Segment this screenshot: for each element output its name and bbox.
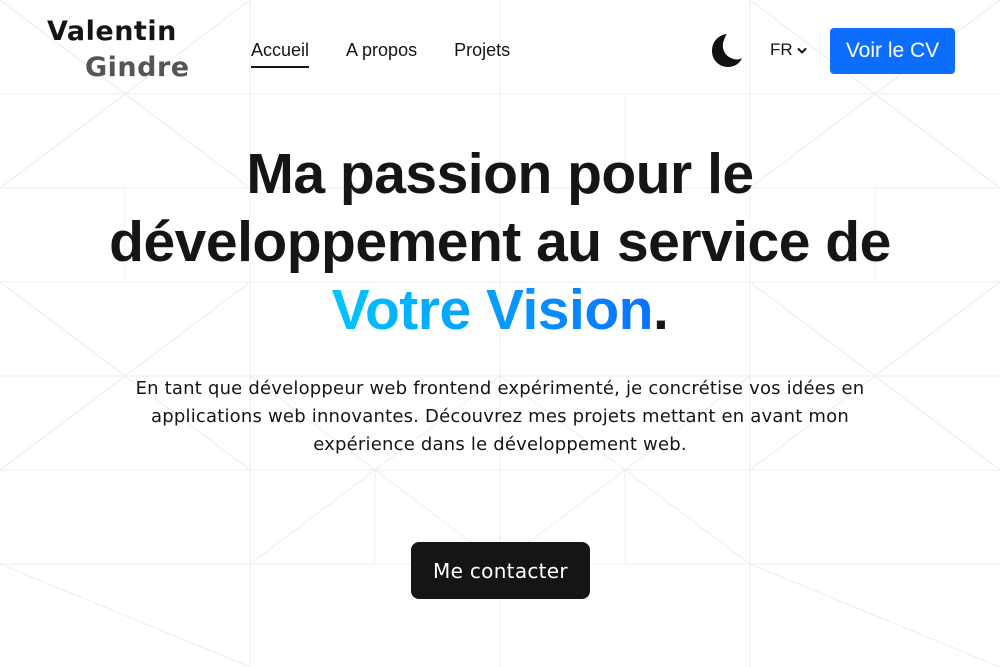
hero-title: Ma passion pour le développement au serv… bbox=[0, 140, 1000, 344]
hero-title-highlight: Votre Vision bbox=[331, 278, 654, 342]
logo-last-name: Gindre bbox=[85, 52, 190, 83]
hero-title-line-1: Ma passion pour le bbox=[246, 142, 754, 206]
contact-button[interactable]: Me contacter bbox=[411, 542, 590, 599]
main-nav: Accueil A propos Projets bbox=[251, 38, 510, 68]
hero-section: Ma passion pour le développement au serv… bbox=[0, 140, 1000, 344]
logo[interactable]: Valentin Gindre bbox=[47, 14, 190, 86]
hero-title-period: . bbox=[652, 278, 669, 342]
view-cv-button[interactable]: Voir le CV bbox=[830, 28, 955, 74]
moon-icon bbox=[712, 34, 742, 67]
language-value: FR bbox=[770, 40, 793, 59]
language-select[interactable]: FR bbox=[770, 38, 807, 62]
hero-title-line-2: développement au service de bbox=[109, 210, 891, 274]
nav-link-accueil[interactable]: Accueil bbox=[251, 38, 310, 68]
site-header: Valentin Gindre Accueil A propos Projets… bbox=[0, 0, 1000, 100]
logo-first-name: Valentin bbox=[47, 16, 177, 47]
hero-description: En tant que développeur web frontend exp… bbox=[135, 378, 865, 455]
nav-link-a-propos[interactable]: A propos bbox=[346, 38, 417, 68]
theme-toggle-button[interactable] bbox=[708, 31, 744, 71]
hero-title-line-3: Votre Vision. bbox=[0, 276, 1000, 344]
chevron-down-icon bbox=[797, 47, 807, 53]
nav-link-projets[interactable]: Projets bbox=[454, 38, 510, 68]
